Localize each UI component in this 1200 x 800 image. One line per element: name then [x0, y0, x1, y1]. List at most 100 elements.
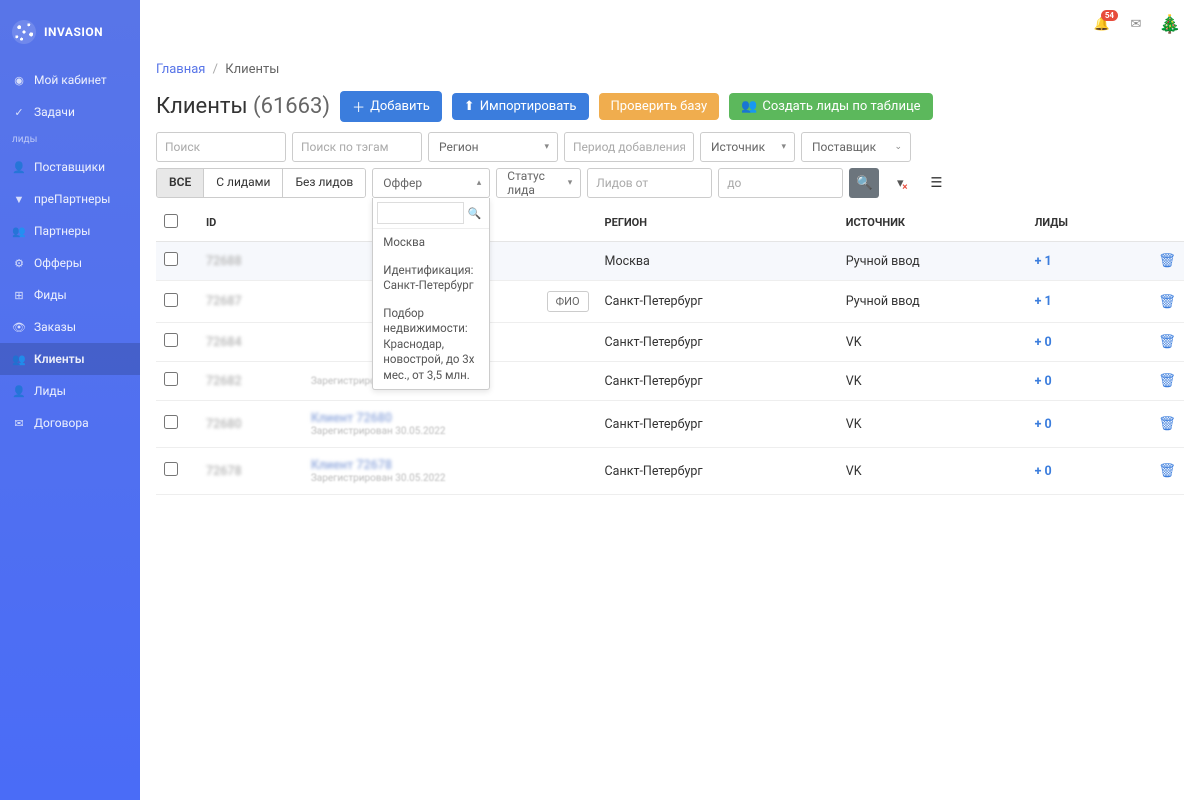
leads-from-input[interactable] [587, 168, 712, 198]
notifications-button[interactable]: 🔔 54 [1092, 14, 1112, 34]
sidebar-item-cabinet[interactable]: ◉ Мой кабинет [0, 64, 140, 96]
sidebar-item-partners[interactable]: 👥 Партнеры [0, 215, 140, 247]
messages-button[interactable]: ✉ [1126, 14, 1146, 34]
sidebar-item-offers[interactable]: ⚙ Офферы [0, 247, 140, 279]
cell-registered: Зарегистрирован 30.05.2022 [311, 473, 589, 484]
dropdown-option[interactable]: Подбор недвижимости: Краснодар, новостро… [373, 300, 489, 389]
dropdown-option[interactable]: Идентификация: Санкт-Петербург [373, 257, 489, 300]
delete-button[interactable]: 🗑 [1158, 334, 1176, 350]
sidebar-item-label: Партнеры [34, 224, 90, 238]
trash-icon: 🗑 [1158, 373, 1176, 389]
tab-without-leads[interactable]: Без лидов [283, 169, 365, 197]
sidebar-item-suppliers[interactable]: 👤 Поставщики [0, 151, 140, 183]
table-row[interactable]: 72678 Клиент 72678Зарегистрирован 30.05.… [156, 448, 1184, 495]
breadcrumb: Главная / Клиенты [156, 48, 1184, 91]
tab-with-leads[interactable]: С лидами [204, 169, 283, 197]
filter-row-2: ВСЕ С лидами Без лидов Оффер▴ 🔍 Мо [156, 168, 1184, 198]
row-checkbox[interactable] [164, 415, 178, 429]
add-lead-button[interactable]: + 0 [1035, 335, 1052, 350]
trash-icon: 🗑 [1158, 416, 1176, 432]
breadcrumb-separator: / [213, 62, 218, 77]
sidebar-item-feeds[interactable]: ⊞ Фиды [0, 279, 140, 311]
tab-all[interactable]: ВСЕ [157, 169, 204, 197]
period-input[interactable] [564, 132, 694, 162]
add-lead-button[interactable]: + 1 [1035, 254, 1052, 269]
col-leads[interactable]: ЛИДЫ [1027, 204, 1142, 242]
row-checkbox[interactable] [164, 372, 178, 386]
tags-search-input[interactable] [292, 132, 422, 162]
breadcrumb-home[interactable]: Главная [156, 62, 205, 77]
dropdown-search: 🔍 [373, 198, 489, 229]
delete-button[interactable]: 🗑 [1158, 294, 1176, 310]
chevron-up-icon: ▴ [477, 178, 482, 188]
dropdown-search-input[interactable] [377, 202, 463, 224]
sidebar-item-orders[interactable]: 👁 Заказы [0, 311, 140, 343]
row-checkbox[interactable] [164, 252, 178, 266]
search-button[interactable]: 🔍 [849, 168, 879, 198]
offer-select[interactable]: Оффер▴ [372, 168, 490, 198]
table-row[interactable]: 72684 Санкт-Петербург VK + 0 🗑 [156, 323, 1184, 362]
client-id: 72680 [206, 417, 242, 432]
delete-button[interactable]: 🗑 [1158, 416, 1176, 432]
delete-button[interactable]: 🗑 [1158, 463, 1176, 479]
sidebar-item-label: Поставщики [34, 160, 105, 174]
clients-table: ID РЕГИОН ИСТОЧНИК ЛИДЫ 72688 Москва [156, 204, 1184, 495]
row-checkbox[interactable] [164, 462, 178, 476]
user-icon: 👤 [12, 384, 26, 398]
sidebar-item-label: Мой кабинет [34, 73, 107, 87]
check-db-button[interactable]: Проверить базу [599, 93, 720, 120]
tree-icon: 🎄 [1159, 14, 1181, 35]
cell-source: VK [838, 401, 1027, 448]
add-lead-button[interactable]: + 0 [1035, 417, 1052, 432]
import-button[interactable]: ⬆ Импортировать [452, 93, 589, 120]
table-row[interactable]: 72687 ФИО Санкт-Петербург Ручной ввод + … [156, 281, 1184, 323]
table-row[interactable]: 72688 Москва Ручной ввод + 1 🗑 [156, 242, 1184, 281]
delete-button[interactable]: 🗑 [1158, 373, 1176, 389]
sidebar-item-tasks[interactable]: ✓ Задачи [0, 96, 140, 128]
funnel-clear-icon: ▾ [897, 176, 904, 191]
sidebar-item-contracts[interactable]: ✉ Договора [0, 407, 140, 439]
users-icon: 👥 [741, 99, 757, 114]
dropdown-option[interactable]: Москва [373, 229, 489, 257]
row-checkbox[interactable] [164, 333, 178, 347]
users-icon: 👥 [12, 352, 26, 366]
cell-region: Санкт-Петербург [597, 448, 838, 495]
delete-button[interactable]: 🗑 [1158, 253, 1176, 269]
chevron-down-icon: ⌄ [894, 142, 902, 152]
add-lead-button[interactable]: + 0 [1035, 464, 1052, 479]
menu-button[interactable]: ☰ [921, 168, 951, 198]
col-id[interactable]: ID [198, 204, 303, 242]
sidebar-item-leads[interactable]: 👤 Лиды [0, 375, 140, 407]
select-all-checkbox[interactable] [164, 214, 178, 228]
notification-badge: 54 [1101, 10, 1118, 21]
leads-to-input[interactable] [718, 168, 843, 198]
search-input[interactable] [156, 132, 286, 162]
table-row[interactable]: 72682 Зарегистрирован 30.05.2022 Санкт-П… [156, 362, 1184, 401]
sidebar-item-label: Заказы [34, 320, 76, 334]
lead-status-select[interactable]: Статус лида▾ [496, 168, 581, 198]
add-button[interactable]: ＋ Добавить [340, 91, 442, 122]
add-lead-button[interactable]: + 0 [1035, 374, 1052, 389]
plus-icon: ＋ [352, 97, 365, 116]
add-lead-button[interactable]: + 1 [1035, 294, 1052, 309]
source-select[interactable]: Источник▾ [700, 132, 795, 162]
cell-source: Ручной ввод [838, 281, 1027, 323]
supplier-select[interactable]: Поставщик⌄ [801, 132, 911, 162]
row-checkbox[interactable] [164, 293, 178, 307]
user-menu[interactable]: 🎄 [1160, 14, 1180, 34]
grid-icon: ⊞ [12, 288, 26, 302]
nav: ◉ Мой кабинет ✓ Задачи лиды 👤 Поставщики… [0, 64, 140, 439]
sidebar-item-prepartners[interactable]: ▼ преПартнеры [0, 183, 140, 215]
logo[interactable]: INVASION [0, 10, 140, 54]
cell-source: Ручной ввод [838, 242, 1027, 281]
client-id: 72687 [206, 294, 242, 309]
table-row[interactable]: 72680 Клиент 72680Зарегистрирован 30.05.… [156, 401, 1184, 448]
create-leads-button[interactable]: 👥 Создать лиды по таблице [729, 93, 932, 120]
region-select[interactable]: Регион▾ [428, 132, 558, 162]
sidebar-item-clients[interactable]: 👥 Клиенты [0, 343, 140, 375]
col-source[interactable]: ИСТОЧНИК [838, 204, 1027, 242]
dropdown-list[interactable]: Москва Идентификация: Санкт-Петербург По… [373, 229, 489, 389]
col-region[interactable]: РЕГИОН [597, 204, 838, 242]
clear-filters-button[interactable]: ▾ [885, 168, 915, 198]
upload-icon: ⬆ [464, 99, 475, 114]
